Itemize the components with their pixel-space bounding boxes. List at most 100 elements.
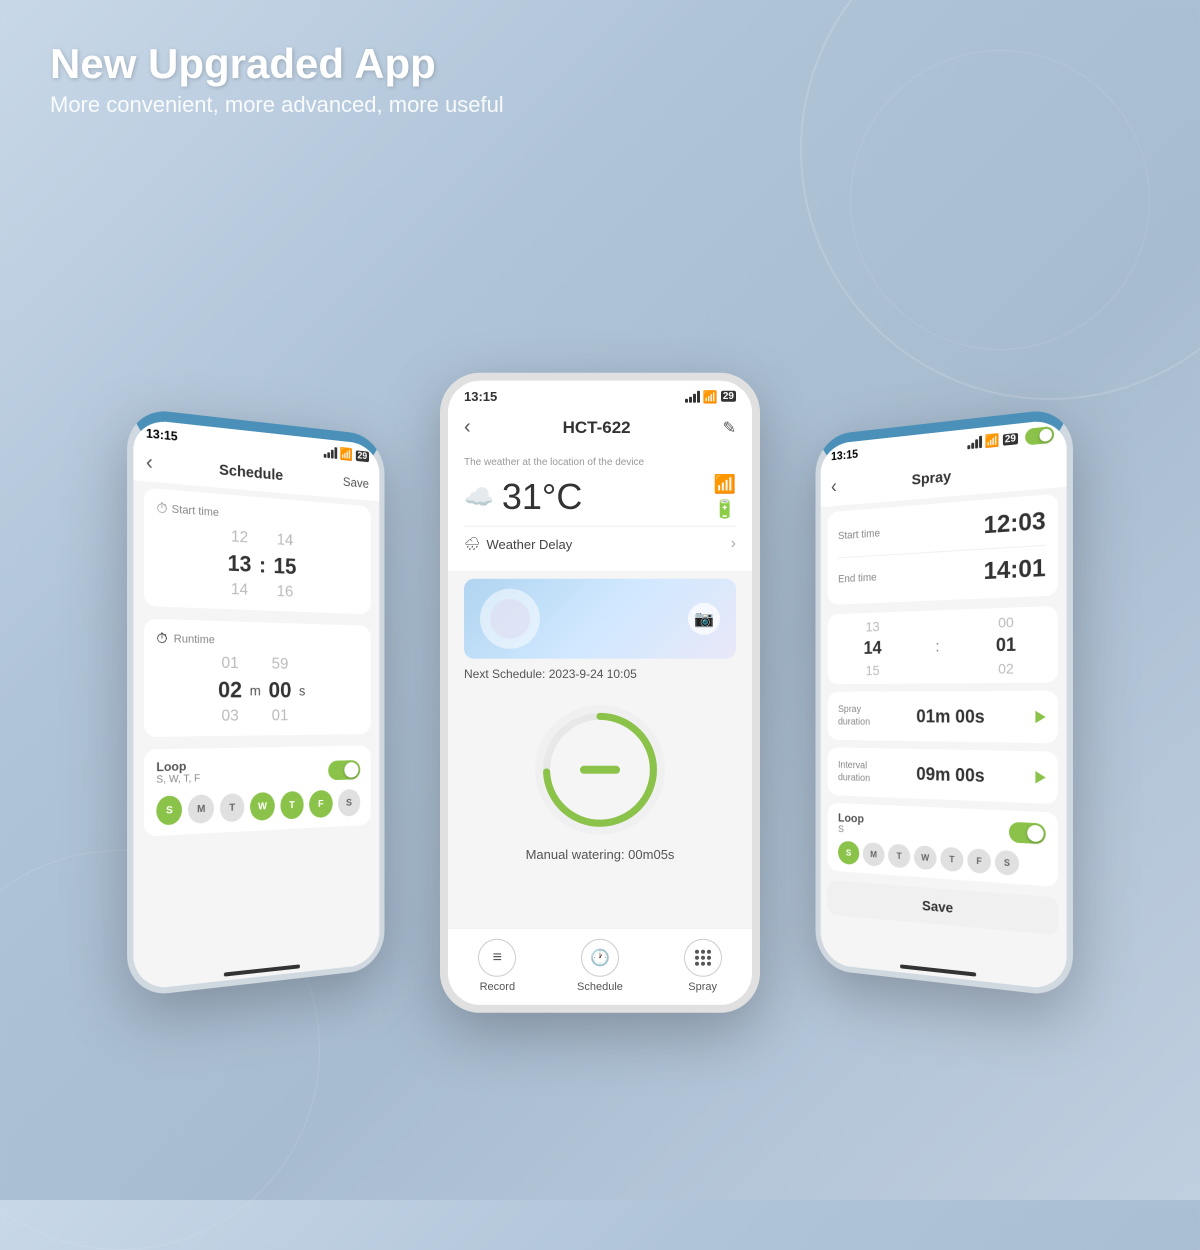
cloud-icon: ☁️ [464,482,494,511]
runtime-label: Runtime [174,632,215,645]
banner-inner [490,599,530,639]
wifi-signal-icon: 📶 [714,474,736,495]
sd5 [701,956,705,960]
center-nav: ‹ HCT-622 ✎ [448,408,752,447]
r-day-M[interactable]: M [863,842,885,867]
r-bar4 [979,436,982,449]
mini-m-sel: 01 [996,634,1016,656]
left-back-icon[interactable]: ‹ [146,451,153,476]
record-label: Record [480,981,515,993]
nav-spray[interactable]: Spray [684,939,722,993]
time-picker-mini: 13 14 15 : 00 01 02 [828,606,1059,684]
battery-full-icon: 🔋 [714,499,736,520]
r-day-S2[interactable]: S [995,850,1019,876]
loop-right-toggle[interactable] [1009,821,1046,844]
left-save-button[interactable]: Save [343,474,369,491]
spray-icon-box [684,939,722,977]
chevron-right-icon[interactable]: › [731,535,736,553]
sd9 [707,962,711,966]
spray-dur-row: Sprayduration 01m 00s [838,699,1046,734]
interval-dur-btn[interactable] [1035,771,1045,784]
day-S1[interactable]: S [156,795,182,825]
spray-dur-btn[interactable] [1035,711,1045,724]
temp-row: ☁️ 31°C [464,476,582,518]
center-edit-icon[interactable]: ✎ [723,417,736,437]
loop-toggle[interactable] [328,760,360,780]
left-home-indicator [224,964,300,976]
wifi-icon: 📶 [340,447,353,462]
r-bar2 [971,443,974,449]
manual-label: Manual watering: 00m05s [526,847,675,862]
phone-right: 13:15 📶 29 ‹ S [815,407,1072,998]
interval-dur-row: Intervalduration 09m 00s [838,755,1046,795]
loop-right-days-text: S [838,824,864,836]
record-icon-box: ≡ [478,939,516,977]
center-status-icons: 📶 29 [685,389,736,403]
r-bar3 [975,439,978,448]
minutes-column: 14 15 16 [274,531,297,602]
mini-h-sel: 14 [864,638,882,659]
r-bar1 [967,445,970,449]
nav-record[interactable]: ≡ Record [478,939,516,993]
r-day-S1[interactable]: S [838,841,859,865]
center-back-icon[interactable]: ‹ [464,416,471,439]
bar4 [334,447,337,459]
right-day-circles: S M T W T F S [838,841,1046,878]
weather-section: The weather at the location of the devic… [448,447,752,571]
banner-shape [480,589,540,649]
spray-duration-card: Sprayduration 01m 00s [828,691,1059,743]
day-T2[interactable]: T [280,791,304,820]
r-day-W[interactable]: W [914,845,937,870]
mini-picker-row: 13 14 15 : 00 01 02 [838,613,1046,679]
day-circles: S M T W T F S [156,789,360,826]
header-title: New Upgraded App [50,40,504,88]
nav-schedule[interactable]: 🕐 Schedule [577,939,623,993]
right-toggle[interactable] [1025,426,1054,446]
interval-dur-label: Intervalduration [838,759,870,785]
hours-column: 12 13 14 [228,528,252,600]
interval-duration-card: Intervalduration 09m 00s [828,747,1059,804]
battery-indicator: 29 [356,450,369,462]
center-battery: 29 [721,391,736,402]
day-F[interactable]: F [309,790,332,818]
r-day-F[interactable]: F [967,848,991,874]
temperature: 31°C [502,476,582,518]
spray-dur-label: Sprayduration [838,703,870,728]
runtime-m-unit: m [250,682,261,698]
c-bar1 [685,398,688,402]
mini-m-bot: 02 [998,660,1014,677]
left-spacer [133,830,379,976]
day-T1[interactable]: T [220,793,245,822]
bar3 [331,450,334,459]
mini-hours-col: 13 14 15 [864,618,882,678]
r-day-T1[interactable]: T [888,844,910,869]
loop-right-header: Loop S [838,811,1046,847]
loop-right-left: Loop S [838,811,864,836]
header-subtitle: More convenient, more advanced, more use… [50,92,504,118]
camera-icon[interactable]: 📷 [688,603,720,635]
day-S2[interactable]: S [338,789,361,817]
spray-icon [695,950,711,966]
watering-circle[interactable] [535,705,665,835]
watering-section: Manual watering: 00m05s [448,689,752,878]
right-back-icon[interactable]: ‹ [831,476,837,499]
c-bar3 [693,393,696,402]
day-W[interactable]: W [250,792,274,821]
center-signal [685,390,700,402]
bottom-nav: ≡ Record 🕐 Schedule [448,928,752,1005]
right-header-spacer [1033,467,1054,469]
end-time-row: End time 14:01 [838,550,1046,597]
loop-left: Loop S, W, T, F [156,759,200,790]
day-M[interactable]: M [188,794,213,824]
runtime-secs-col: 59 00 01 [269,656,292,726]
right-battery: 29 [1003,432,1018,445]
runtime-hours-col: 01 02 03 [218,655,242,726]
phone-left: 13:15 📶 29 ‹ Schedule Save [127,407,384,998]
loop-right-card: Loop S S M T W T F S [828,803,1059,887]
banner-image: 📷 [464,579,736,659]
weather-row: ☁️ 31°C 📶 🔋 [464,474,736,520]
bar1 [324,454,327,458]
loop-header: Loop S, W, T, F [156,755,360,790]
loop-card: Loop S, W, T, F S M T W T F S [144,745,371,836]
r-day-T2[interactable]: T [940,847,963,873]
